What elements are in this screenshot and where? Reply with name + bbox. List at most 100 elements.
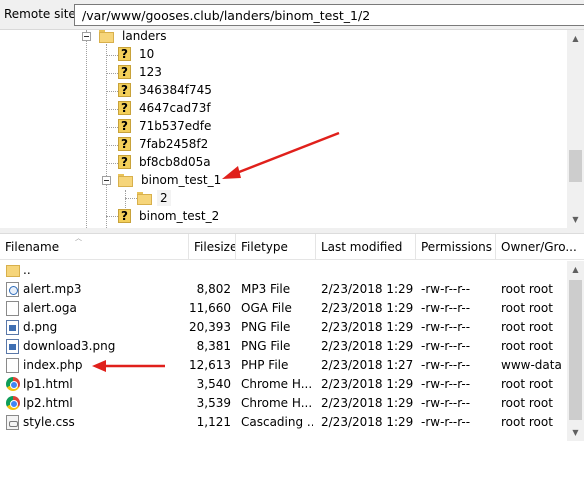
file-owner: root root — [501, 320, 553, 334]
tree-node-2[interactable]: 2 — [137, 189, 171, 207]
file-permissions: -rw-r--r-- — [421, 396, 471, 410]
tree-guide-line — [106, 216, 118, 217]
file-type: Chrome H... — [241, 396, 313, 410]
image-file-icon — [6, 320, 19, 335]
file-size: 20,393 — [189, 320, 231, 334]
file-modified: 2/23/2018 1:29:... — [321, 396, 413, 410]
scroll-down-icon[interactable]: ▼ — [567, 211, 584, 228]
folder-icon — [99, 30, 114, 43]
tree-node-7fab2458f2[interactable]: ? 7fab2458f2 — [118, 135, 211, 153]
file-name: lp1.html — [23, 377, 73, 391]
file-type: OGA File — [241, 301, 292, 315]
tree-node-binom-test-2[interactable]: ? binom_test_2 — [118, 207, 222, 225]
file-row[interactable]: d.png 20,393 PNG File 2/23/2018 1:29:...… — [0, 318, 567, 337]
scroll-up-icon[interactable]: ▲ — [567, 261, 584, 278]
folder-icon — [6, 265, 20, 277]
column-header-filetype[interactable]: Filetype — [236, 234, 316, 260]
file-modified: 2/23/2018 1:27:... — [321, 358, 413, 372]
file-type: MP3 File — [241, 282, 291, 296]
file-row[interactable]: download3.png 8,381 PNG File 2/23/2018 1… — [0, 337, 567, 356]
file-permissions: -rw-r--r-- — [421, 282, 471, 296]
file-modified: 2/23/2018 1:29:... — [321, 301, 413, 315]
tree-scrollbar[interactable]: ▲ ▼ — [567, 30, 584, 228]
file-owner: root root — [501, 396, 553, 410]
remote-file-list[interactable]: ︿ Filename Filesize Filetype Last modifi… — [0, 233, 584, 495]
column-header-filename[interactable]: Filename — [0, 234, 189, 260]
tree-node-binom-test-1[interactable]: binom_test_1 — [118, 171, 224, 189]
file-name: download3.png — [23, 339, 116, 353]
tree-node-label: 71b537edfe — [139, 119, 212, 133]
file-modified: 2/23/2018 1:29:... — [321, 320, 413, 334]
file-permissions: -rw-r--r-- — [421, 377, 471, 391]
file-type: PHP File — [241, 358, 289, 372]
file-size: 11,660 — [189, 301, 231, 315]
tree-node-71b537edfe[interactable]: ? 71b537edfe — [118, 117, 214, 135]
column-header-filesize[interactable]: Filesize — [189, 234, 236, 260]
blank-file-icon — [6, 358, 19, 373]
tree-node-label: binom_test_2 — [139, 209, 220, 223]
tree-node-123[interactable]: ? 123 — [118, 63, 165, 81]
unknown-folder-icon: ? — [118, 154, 131, 170]
tree-guide-line — [106, 127, 118, 128]
tree-node-label: landers — [122, 30, 167, 43]
scrollbar-thumb[interactable] — [569, 280, 582, 420]
collapse-landers-toggle[interactable] — [82, 32, 91, 41]
file-size: 1,121 — [196, 415, 231, 429]
unknown-folder-icon: ? — [118, 82, 131, 98]
tree-node-4647cad73f[interactable]: ? 4647cad73f — [118, 99, 214, 117]
file-row-parent[interactable]: .. — [0, 261, 567, 280]
column-header-last-modified[interactable]: Last modified — [316, 234, 416, 260]
tree-guide-line — [125, 190, 126, 208]
file-row[interactable]: alert.oga 11,660 OGA File 2/23/2018 1:29… — [0, 299, 567, 318]
unknown-folder-icon: ? — [118, 100, 131, 116]
file-permissions: -rw-r--r-- — [421, 358, 471, 372]
tree-node-bf8cb8d05a[interactable]: ? bf8cb8d05a — [118, 153, 214, 171]
tree-node-346384f745[interactable]: ? 346384f745 — [118, 81, 215, 99]
tree-node-label: 2 — [157, 190, 171, 206]
audio-file-icon — [6, 282, 19, 297]
file-owner: root root — [501, 301, 553, 315]
file-name: d.png — [23, 320, 58, 334]
tree-guide-line — [125, 198, 137, 199]
file-list-scrollbar[interactable]: ▲ ▼ — [567, 261, 584, 441]
file-row[interactable]: alert.mp3 8,802 MP3 File 2/23/2018 1:29:… — [0, 280, 567, 299]
tree-guide-line — [106, 109, 118, 110]
unknown-folder-icon: ? — [118, 208, 131, 224]
folder-icon — [118, 173, 133, 187]
file-owner: root root — [501, 339, 553, 353]
tree-node-label: 10 — [139, 47, 155, 61]
file-modified: 2/23/2018 1:29:... — [321, 377, 413, 391]
unknown-folder-icon: ? — [118, 46, 131, 62]
file-size: 12,613 — [189, 358, 231, 372]
remote-site-bar: Remote site: /var/www/gooses.club/lander… — [0, 0, 584, 30]
file-size: 8,802 — [196, 282, 231, 296]
column-header-permissions[interactable]: Permissions — [416, 234, 496, 260]
chrome-icon — [6, 396, 20, 410]
file-modified: 2/23/2018 1:29:... — [321, 282, 413, 296]
scroll-down-icon[interactable]: ▼ — [567, 424, 584, 441]
tree-node-landers[interactable]: landers — [99, 30, 169, 45]
scrollbar-thumb[interactable] — [569, 150, 582, 182]
file-row[interactable]: lp2.html 3,539 Chrome H... 2/23/2018 1:2… — [0, 394, 567, 413]
chrome-icon — [6, 377, 20, 391]
remote-directory-tree[interactable]: landers ? 10 ? 123 ? 346384f745 ? 4647ca… — [0, 30, 584, 228]
file-permissions: -rw-r--r-- — [421, 415, 471, 429]
scroll-up-icon[interactable]: ▲ — [567, 30, 584, 47]
remote-path-input[interactable]: /var/www/gooses.club/landers/binom_test_… — [74, 4, 584, 26]
file-row[interactable]: style.css 1,121 Cascading ... 2/23/2018 … — [0, 413, 567, 432]
column-header-owner-group[interactable]: Owner/Gro... — [496, 234, 584, 260]
tree-node-label: 123 — [139, 65, 162, 79]
remote-site-label: Remote site: — [4, 7, 80, 21]
css-file-icon — [6, 415, 19, 430]
tree-guide-line — [86, 30, 87, 228]
file-owner: root root — [501, 415, 553, 429]
file-modified: 2/23/2018 1:29:... — [321, 415, 413, 429]
file-row[interactable]: index.php 12,613 PHP File 2/23/2018 1:27… — [0, 356, 567, 375]
file-size: 3,540 — [196, 377, 231, 391]
collapse-binom-test-1-toggle[interactable] — [102, 176, 111, 185]
tree-guide-line — [106, 44, 107, 228]
file-permissions: -rw-r--r-- — [421, 320, 471, 334]
file-row[interactable]: lp1.html 3,540 Chrome H... 2/23/2018 1:2… — [0, 375, 567, 394]
blank-file-icon — [6, 301, 19, 316]
tree-node-10[interactable]: ? 10 — [118, 45, 157, 63]
